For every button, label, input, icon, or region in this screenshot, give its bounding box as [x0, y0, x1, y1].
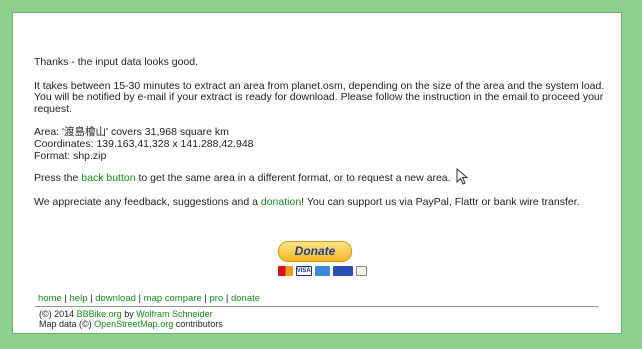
donate-section: Donate VISA [277, 241, 367, 276]
donation-link[interactable]: donation [261, 196, 301, 208]
footer-link-download[interactable]: download [95, 293, 136, 304]
osm-link[interactable]: OpenStreetMap.org [94, 319, 173, 329]
page-frame: Thanks - the input data looks good. It t… [12, 12, 622, 334]
mapdata-line: Map data (©) OpenStreetMap.org contribut… [39, 319, 223, 329]
amex-icon [314, 266, 330, 276]
back-button-link[interactable]: back button [81, 172, 135, 184]
copyright-line: (©) 2014 BBBike.org by Wolfram Schneider [39, 309, 213, 319]
mastercard-icon [278, 266, 293, 276]
coordinates-line: Coordinates: 139.163,41.328 x 141.288,42… [34, 137, 254, 150]
footer-link-home[interactable]: home [38, 293, 62, 304]
footer-link-map-compare[interactable]: map compare [144, 293, 202, 304]
visa-icon: VISA [295, 266, 312, 276]
footer-link-donate[interactable]: donate [231, 293, 260, 304]
main-content: Thanks - the input data looks good. It t… [34, 56, 607, 208]
footer-link-pro[interactable]: pro [210, 293, 224, 304]
mouse-cursor-icon [456, 167, 470, 186]
footer-divider [35, 306, 599, 307]
bank-icon [355, 266, 367, 276]
press-line: Press the back button to get the same ar… [34, 172, 451, 185]
giropay-icon [332, 266, 353, 276]
format-line: Format: shp.zip [34, 149, 107, 162]
thanks-text: Thanks - the input data looks good. [34, 56, 199, 68]
footer-info: (©) 2014 BBBike.org by Wolfram Schneider… [39, 309, 223, 329]
footer-nav: home | help | download | map compare | p… [38, 293, 261, 304]
author-link[interactable]: Wolfram Schneider [136, 309, 212, 319]
area-name: 渡島檜山 [64, 126, 107, 139]
payment-cards: VISA [277, 266, 367, 276]
footer-link-help[interactable]: help [70, 293, 88, 304]
donate-button[interactable]: Donate [278, 241, 352, 262]
info-text: It takes between 15-30 minutes to extrac… [34, 79, 605, 115]
appreciate-line: We appreciate any feedback, suggestions … [34, 195, 580, 208]
bbbike-link[interactable]: BBBike.org [77, 309, 122, 319]
